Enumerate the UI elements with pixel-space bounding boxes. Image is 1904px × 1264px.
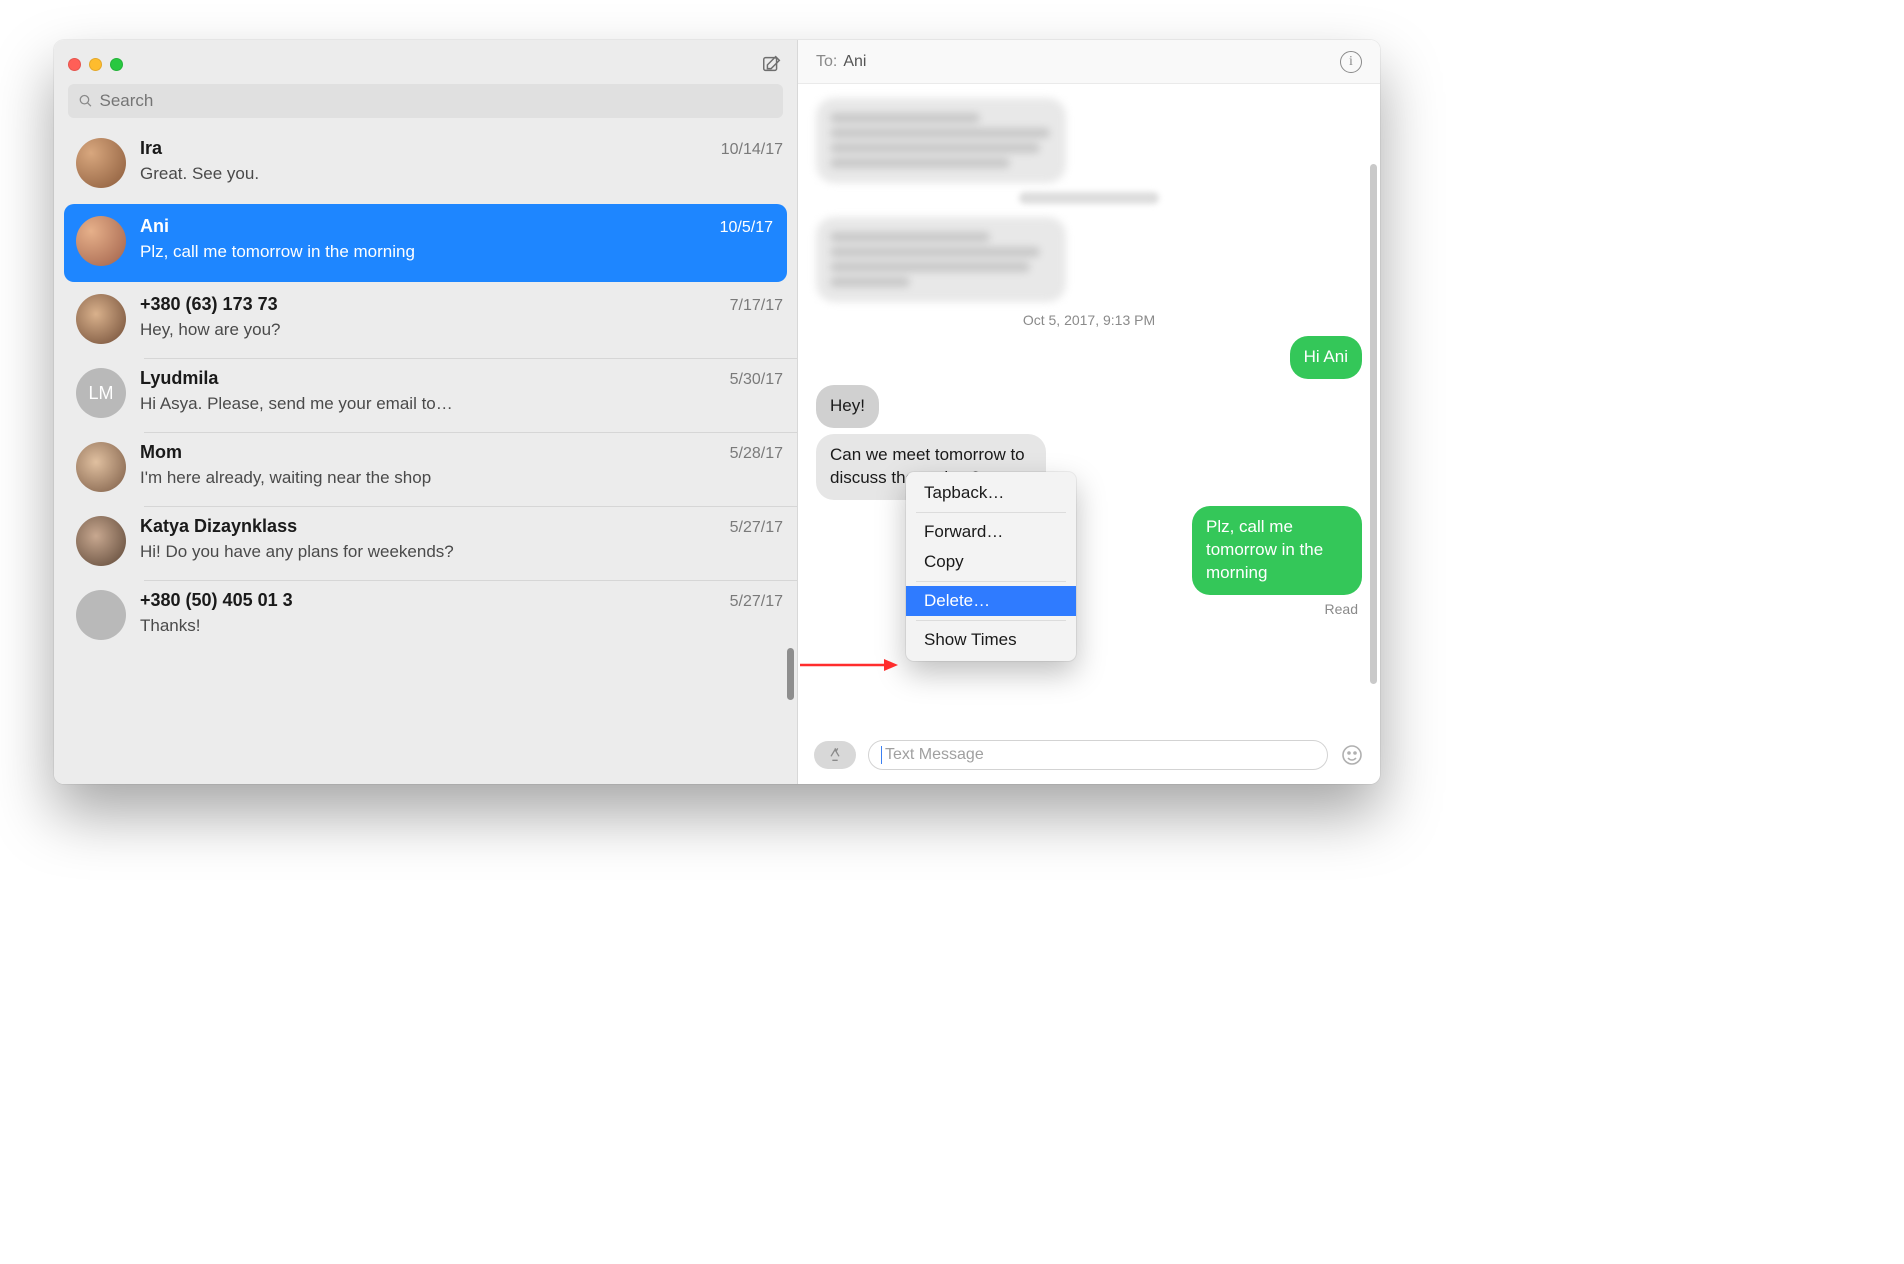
- details-icon[interactable]: i: [1340, 51, 1362, 73]
- message-input-bar: Text Message: [798, 730, 1380, 784]
- avatar: [76, 516, 126, 566]
- conversation-item[interactable]: Katya Dizaynklass 5/27/17 Hi! Do you hav…: [54, 506, 797, 580]
- context-menu-show-times[interactable]: Show Times: [906, 625, 1076, 655]
- message-incoming[interactable]: Hey!: [816, 385, 1362, 428]
- conversation-name: Ani: [140, 216, 169, 237]
- avatar: [76, 590, 126, 640]
- window-minimize-button[interactable]: [89, 58, 102, 71]
- conversation-name: +380 (63) 173 73: [140, 294, 278, 315]
- avatar: LM: [76, 368, 126, 418]
- conversation-header: To: Ani i: [798, 40, 1380, 84]
- message-input-placeholder: Text Message: [885, 746, 984, 764]
- blurred-timestamp: [816, 191, 1362, 209]
- conversation-date: 10/5/17: [720, 219, 773, 237]
- conversation-preview: Plz, call me tomorrow in the morning: [140, 241, 773, 263]
- conversation-name: Mom: [140, 442, 182, 463]
- conversation-date: 5/28/17: [730, 445, 783, 463]
- sidebar-scrollbar[interactable]: [787, 648, 794, 700]
- conversation-preview: Hi! Do you have any plans for weekends?: [140, 541, 783, 563]
- sidebar: Ira 10/14/17 Great. See you. Ani 10/5/17…: [54, 40, 798, 784]
- recipient-field[interactable]: To: Ani: [816, 53, 866, 71]
- conversation-list: Ira 10/14/17 Great. See you. Ani 10/5/17…: [54, 128, 797, 784]
- compose-icon[interactable]: [761, 53, 783, 75]
- conversation-name: Lyudmila: [140, 368, 218, 389]
- window-close-button[interactable]: [68, 58, 81, 71]
- text-cursor: [881, 746, 882, 764]
- conversation-item[interactable]: LM Lyudmila 5/30/17 Hi Asya. Please, sen…: [54, 358, 797, 432]
- avatar: [76, 216, 126, 266]
- thread-scrollbar[interactable]: [1370, 164, 1377, 684]
- message-incoming[interactable]: Can we meet tomorrow to discuss the proj…: [816, 434, 1362, 500]
- conversation-date: 5/27/17: [730, 519, 783, 537]
- to-label: To:: [816, 53, 837, 70]
- conversation-name: Katya Dizaynklass: [140, 516, 297, 537]
- conversation-item[interactable]: Mom 5/28/17 I'm here already, waiting ne…: [54, 432, 797, 506]
- conversation-item-selected[interactable]: Ani 10/5/17 Plz, call me tomorrow in the…: [64, 204, 787, 282]
- conversation-name: Ira: [140, 138, 162, 159]
- window-zoom-button[interactable]: [110, 58, 123, 71]
- sidebar-header: [54, 40, 797, 84]
- message-thread: Oct 5, 2017, 9:13 PM Hi Ani Hey! Can we …: [798, 84, 1380, 730]
- context-menu-forward[interactable]: Forward…: [906, 517, 1076, 547]
- avatar: [76, 294, 126, 344]
- context-menu-delete[interactable]: Delete…: [906, 586, 1076, 616]
- conversation-preview: Hi Asya. Please, send me your email to…: [140, 393, 783, 415]
- context-menu-separator: [916, 581, 1066, 582]
- conversation-preview: Hey, how are you?: [140, 319, 783, 341]
- messages-window: Ira 10/14/17 Great. See you. Ani 10/5/17…: [54, 40, 1380, 784]
- context-menu: Tapback… Forward… Copy Delete… Show Time…: [906, 472, 1076, 661]
- search-wrap: [54, 84, 797, 128]
- context-menu-separator: [916, 512, 1066, 513]
- conversation-date: 10/14/17: [721, 141, 783, 159]
- annotation-arrow-icon: [798, 657, 898, 673]
- message-input[interactable]: Text Message: [868, 740, 1328, 770]
- context-menu-copy[interactable]: Copy: [906, 547, 1076, 577]
- search-field[interactable]: [100, 91, 774, 111]
- message-bubble: Plz, call me tomorrow in the morning: [1192, 506, 1362, 595]
- read-receipt: Read: [816, 601, 1362, 617]
- conversation-item[interactable]: +380 (63) 173 73 7/17/17 Hey, how are yo…: [54, 284, 797, 358]
- conversation-name: +380 (50) 405 01 3: [140, 590, 293, 611]
- avatar: [76, 138, 126, 188]
- app-store-icon[interactable]: [814, 741, 856, 769]
- conversation-preview: Great. See you.: [140, 163, 783, 185]
- conversation-pane: To:Ani i Oct 5, 2017, 9:13 PM H: [798, 40, 1380, 784]
- conversation-date: 5/27/17: [730, 593, 783, 611]
- avatar: [76, 442, 126, 492]
- conversation-item[interactable]: Ira 10/14/17 Great. See you.: [54, 128, 797, 202]
- to-name: Ani: [843, 53, 866, 70]
- message-bubble: Hi Ani: [1290, 336, 1362, 379]
- blurred-message: [816, 217, 1066, 302]
- message-outgoing[interactable]: Plz, call me tomorrow in the morning: [816, 506, 1362, 595]
- conversation-preview: I'm here already, waiting near the shop: [140, 467, 783, 489]
- search-icon: [78, 93, 94, 109]
- thread-timestamp: Oct 5, 2017, 9:13 PM: [816, 312, 1362, 328]
- message-bubble: Hey!: [816, 385, 879, 428]
- message-outgoing[interactable]: Hi Ani: [816, 336, 1362, 379]
- conversation-item[interactable]: +380 (50) 405 01 3 5/27/17 Thanks!: [54, 580, 797, 654]
- blurred-message: [816, 98, 1066, 183]
- conversation-preview: Thanks!: [140, 615, 783, 637]
- conversation-date: 5/30/17: [730, 371, 783, 389]
- context-menu-tapback[interactable]: Tapback…: [906, 478, 1076, 508]
- window-traffic-lights: [68, 58, 123, 71]
- emoji-icon[interactable]: [1340, 743, 1364, 767]
- conversation-date: 7/17/17: [730, 297, 783, 315]
- context-menu-separator: [916, 620, 1066, 621]
- search-input[interactable]: [68, 84, 783, 118]
